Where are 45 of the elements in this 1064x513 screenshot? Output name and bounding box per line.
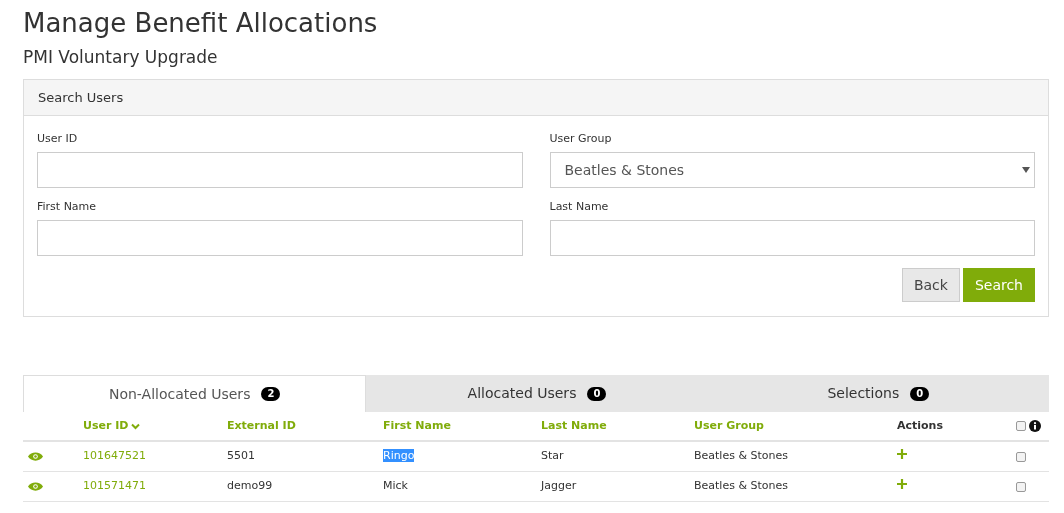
count-badge: 0: [587, 386, 607, 401]
input-field[interactable]: [549, 220, 1035, 256]
field-label: User Group: [549, 132, 612, 146]
field-label: Last Name: [549, 200, 609, 214]
table-cell: Jagger: [541, 479, 577, 493]
user-id-link[interactable]: 101571471: [83, 479, 146, 493]
column-header[interactable]: First Name: [383, 417, 451, 435]
count-badge: 0: [910, 386, 930, 401]
checkbox[interactable]: [1016, 451, 1026, 462]
panel-title: Search Users: [38, 88, 124, 107]
table-cell: demo99: [227, 479, 273, 493]
checkbox[interactable]: [1016, 421, 1026, 431]
checkbox[interactable]: [1016, 481, 1026, 492]
table-cell: Mick: [383, 479, 408, 493]
user-group-select[interactable]: Beatles & Stones: [549, 152, 1035, 188]
add-icon[interactable]: [897, 449, 907, 459]
column-header[interactable]: External ID: [227, 417, 296, 435]
page-title: Manage Benefit Allocations: [23, 7, 378, 40]
table-cell: Beatles & Stones: [694, 449, 788, 463]
tab[interactable]: Non-Allocated Users 2: [23, 375, 367, 412]
eye-icon[interactable]: [28, 452, 43, 461]
table-cell: 5501: [227, 449, 255, 463]
column-header[interactable]: Last Name: [541, 417, 607, 435]
page-subtitle: PMI Voluntary Upgrade: [23, 46, 218, 69]
table-cell: Star: [541, 449, 564, 463]
table-cell: Beatles & Stones: [694, 479, 788, 493]
tab[interactable]: Allocated Users 0: [366, 375, 708, 412]
back-button[interactable]: Back: [901, 268, 960, 302]
column-header: Actions: [897, 417, 943, 434]
input-field[interactable]: [37, 152, 523, 188]
sort-chevron-icon[interactable]: [131, 422, 141, 430]
eye-icon[interactable]: [28, 482, 43, 491]
caret-icon: [1022, 167, 1030, 173]
column-header[interactable]: User ID: [83, 417, 141, 435]
user-id-link[interactable]: 101647521: [83, 449, 146, 463]
search-button[interactable]: Search: [962, 268, 1035, 302]
count-badge: 2: [261, 387, 281, 401]
table-cell: Ringo: [383, 449, 415, 463]
field-label: First Name: [37, 200, 97, 214]
field-label: User ID: [37, 132, 78, 146]
tab[interactable]: Selections 0: [707, 375, 1049, 412]
add-icon[interactable]: [897, 479, 907, 489]
info-icon[interactable]: [1029, 420, 1041, 432]
column-header[interactable]: User Group: [694, 417, 764, 435]
input-field[interactable]: [37, 220, 523, 256]
